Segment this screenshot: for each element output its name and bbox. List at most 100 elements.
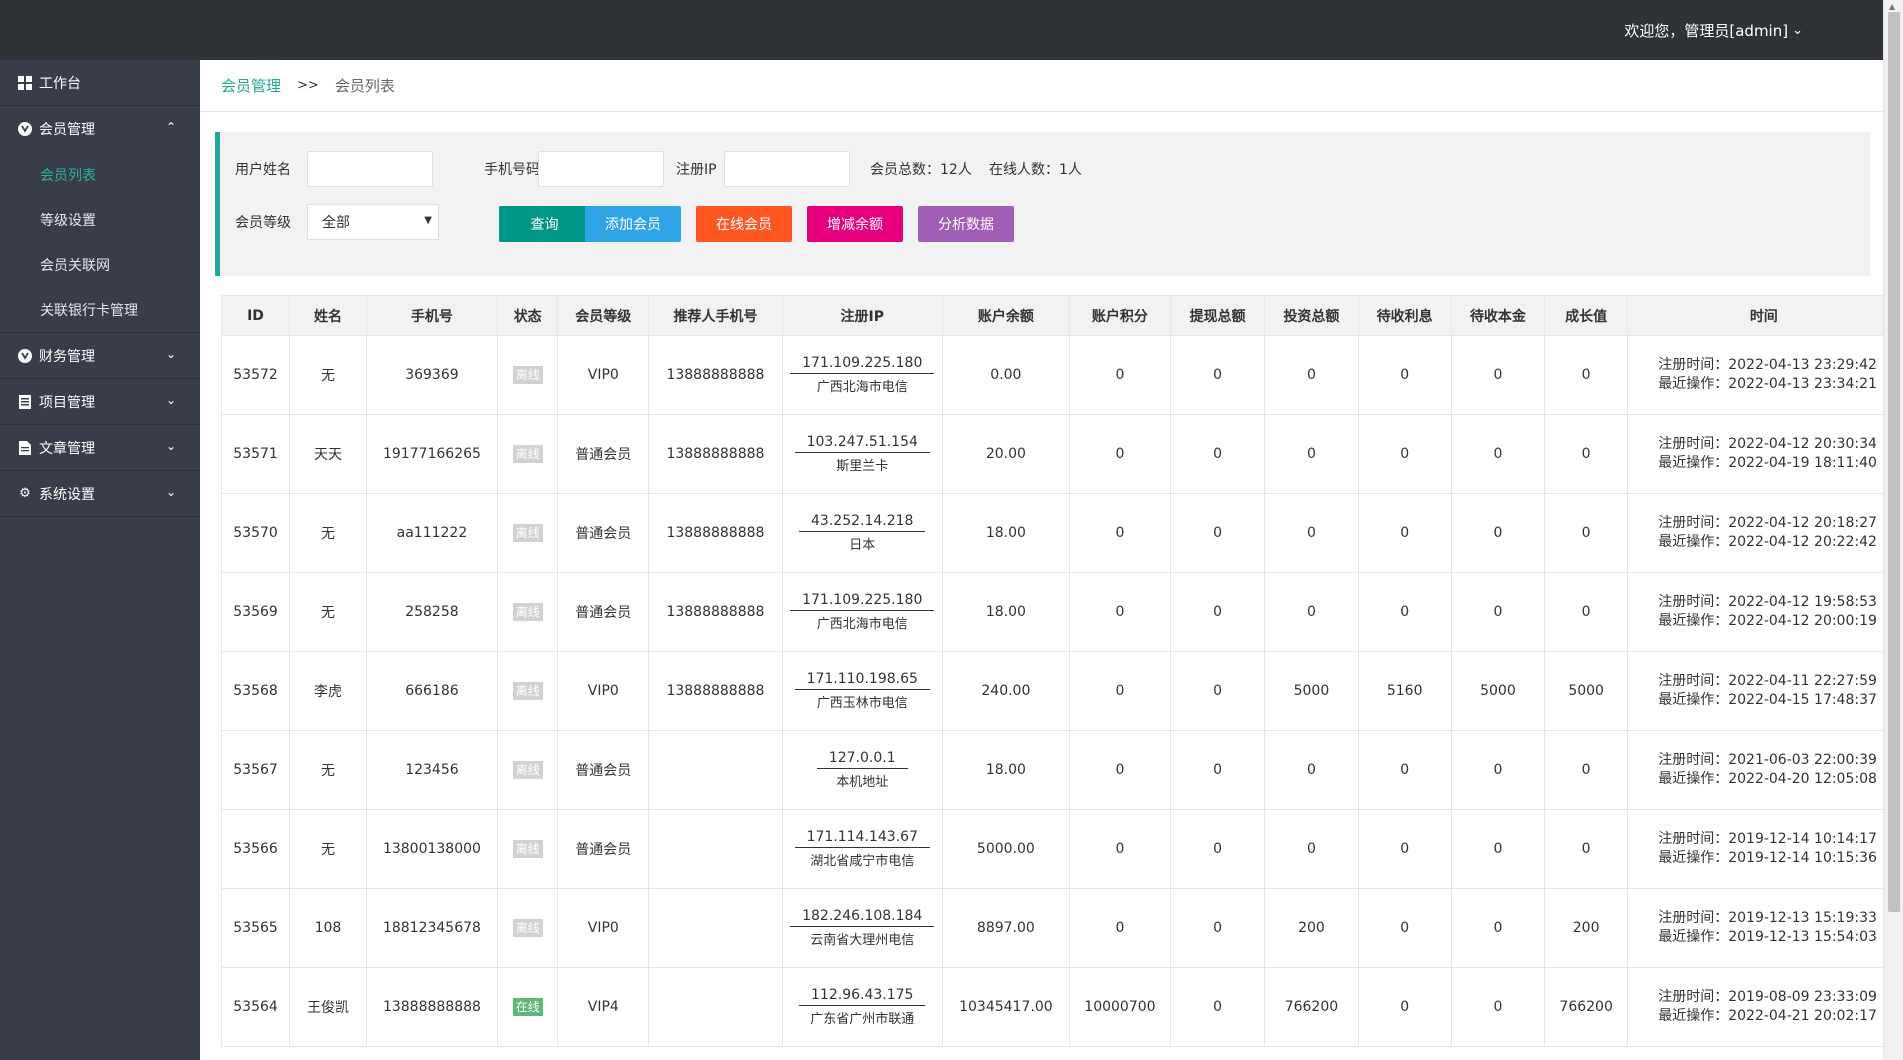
reg-time-label: 注册时间：	[1658, 357, 1729, 373]
reg-time-value: 2022-04-12 20:18:27	[1728, 515, 1877, 531]
cell-invest-total: 766200	[1264, 967, 1359, 1047]
status-badge: 离线	[512, 682, 543, 700]
column-header: 时间	[1627, 295, 1883, 336]
cell-phone: 258258	[365, 572, 498, 652]
cell-id: 53565	[221, 888, 291, 968]
ip-address: 127.0.0.1	[816, 750, 908, 769]
cell-time: 注册时间：2019-08-09 23:33:09 最近操作：2022-04-21 …	[1627, 967, 1883, 1047]
chevron-down-icon: ⌄	[1792, 23, 1803, 38]
sidebar-subitem-level-settings[interactable]: 等级设置	[0, 197, 200, 242]
cell-name: 王俊凯	[289, 967, 367, 1047]
column-header: 提现总额	[1169, 295, 1266, 336]
breadcrumb-parent-link[interactable]: 会员管理	[221, 75, 281, 96]
cell-balance: 0.00	[941, 335, 1071, 415]
status-badge: 离线	[512, 761, 543, 779]
ip-location: 广西北海市电信	[816, 380, 908, 395]
cell-status: 离线	[496, 414, 559, 494]
cell-growth-value: 0	[1544, 493, 1629, 573]
cell-phone: 369369	[365, 335, 498, 415]
online-members-button[interactable]: 在线会员	[696, 206, 792, 242]
vertical-scrollbar[interactable]: ▲	[1883, 0, 1903, 1060]
sidebar-item-label: 财务管理	[39, 348, 95, 365]
last-op-label: 最近操作：	[1658, 613, 1729, 629]
reg-time-label: 注册时间：	[1658, 673, 1729, 689]
cell-withdraw-total: 0	[1169, 493, 1266, 573]
cell-status: 离线	[496, 651, 559, 731]
table-body: 53572 无 369369 离线 VIP0 13888888888 171.109.225…	[221, 335, 1883, 1047]
last-op-label: 最近操作：	[1658, 534, 1729, 550]
scroll-up-arrow-icon[interactable]: ▲	[1889, 2, 1895, 11]
cell-pending-principal: 0	[1450, 809, 1546, 889]
cell-referrer-phone	[648, 809, 783, 889]
ip-location: 日本	[849, 538, 876, 553]
phone-label: 手机号码	[484, 162, 540, 178]
cell-pending-interest: 0	[1357, 888, 1452, 968]
sidebar-item-projects[interactable]: 项目管理 ⌄	[0, 379, 200, 425]
sidebar-subitem-bank-cards[interactable]: 关联银行卡管理	[0, 287, 200, 332]
add-member-button[interactable]: 添加会员	[585, 206, 681, 242]
sidebar-item-dashboard[interactable]: 工作台	[0, 60, 200, 106]
cell-register-ip: 112.96.43.175 广东省广州市联通	[781, 967, 943, 1047]
cell-pending-principal: 5000	[1450, 651, 1546, 731]
cell-id: 53567	[221, 730, 291, 810]
ip-location: 斯里兰卡	[836, 459, 889, 474]
cell-level: 普通会员	[557, 414, 650, 494]
sidebar-item-articles[interactable]: 文章管理 ⌄	[0, 425, 200, 471]
ip-address: 182.246.108.184	[790, 908, 935, 927]
table-row: 53572 无 369369 离线 VIP0 13888888888 171.109.225…	[221, 335, 1883, 415]
cell-withdraw-total: 0	[1169, 967, 1266, 1047]
cell-balance: 10345417.00	[941, 967, 1071, 1047]
ip-address: 43.252.14.218	[799, 513, 926, 532]
sidebar-subitem-member-list[interactable]: 会员列表	[0, 152, 200, 197]
cell-time: 注册时间：2019-12-14 10:14:17 最近操作：2019-12-14 …	[1627, 809, 1883, 889]
cell-level: 普通会员	[557, 572, 650, 652]
cell-invest-total: 0	[1264, 493, 1359, 573]
status-badge: 在线	[512, 998, 543, 1016]
table-row: 53564 王俊凯 13888888888 在线 VIP4 112.96.43.175 广东…	[221, 967, 1883, 1047]
cell-phone: aa111222	[365, 493, 498, 573]
cell-id: 53572	[221, 335, 291, 415]
cell-id: 53569	[221, 572, 291, 652]
cell-balance: 5000.00	[941, 809, 1071, 889]
breadcrumb: 会员管理 >> 会员列表	[200, 60, 1883, 112]
ip-input[interactable]	[724, 151, 850, 187]
column-header: 手机号	[365, 295, 498, 336]
ip-location: 广东省广州市联通	[810, 1012, 915, 1027]
status-badge: 离线	[512, 840, 543, 858]
cell-time: 注册时间：2022-04-11 22:27:59 最近操作：2022-04-15 …	[1627, 651, 1883, 731]
scrollbar-thumb[interactable]	[1888, 12, 1900, 912]
sidebar-item-members[interactable]: 会员管理 ⌃	[0, 106, 200, 152]
user-menu[interactable]: 欢迎您，管理员[admin] ⌄	[1624, 20, 1803, 41]
cell-level: 普通会员	[557, 730, 650, 810]
cell-pending-interest: 0	[1357, 730, 1452, 810]
last-op-label: 最近操作：	[1658, 850, 1729, 866]
column-header: 注册IP	[781, 295, 943, 336]
cell-id: 53568	[221, 651, 291, 731]
search-button[interactable]: 查询	[499, 206, 590, 242]
cell-name: 无	[289, 730, 367, 810]
cell-points: 0	[1069, 572, 1171, 652]
cell-invest-total: 200	[1264, 888, 1359, 968]
cell-time: 注册时间：2022-04-12 19:58:53 最近操作：2022-04-12 …	[1627, 572, 1883, 652]
adjust-balance-button[interactable]: 增减余额	[807, 206, 903, 242]
cell-time: 注册时间：2021-06-03 22:00:39 最近操作：2022-04-20 …	[1627, 730, 1883, 810]
cell-points: 0	[1069, 809, 1171, 889]
reg-time-label: 注册时间：	[1658, 910, 1729, 926]
online-members-text: 在线人数：1人	[989, 162, 1082, 178]
reg-time-label: 注册时间：	[1658, 436, 1729, 452]
username-input[interactable]	[307, 151, 433, 187]
cell-pending-interest: 0	[1357, 414, 1452, 494]
level-label: 会员等级	[235, 215, 291, 231]
analyze-data-button[interactable]: 分析数据	[918, 206, 1014, 242]
table-header-row: ID 姓名 手机号 状态 会员等级 推荐人手机号 注册IP 账户余额 账户积分 提现总额 投资总额待…	[221, 295, 1883, 336]
level-select[interactable]: 全部 ▼	[307, 204, 439, 240]
sidebar-subitem-member-network[interactable]: 会员关联网	[0, 242, 200, 287]
phone-input[interactable]	[538, 151, 664, 187]
sidebar-item-settings[interactable]: ⚙ 系统设置 ⌄	[0, 471, 200, 517]
cell-register-ip: 43.252.14.218 日本	[781, 493, 943, 573]
cell-register-ip: 171.110.198.65 广西玉林市电信	[781, 651, 943, 731]
sidebar-item-finance[interactable]: 财务管理 ⌄	[0, 333, 200, 379]
cell-status: 离线	[496, 493, 559, 573]
ip-address: 171.114.143.67	[794, 829, 930, 848]
cell-withdraw-total: 0	[1169, 888, 1266, 968]
